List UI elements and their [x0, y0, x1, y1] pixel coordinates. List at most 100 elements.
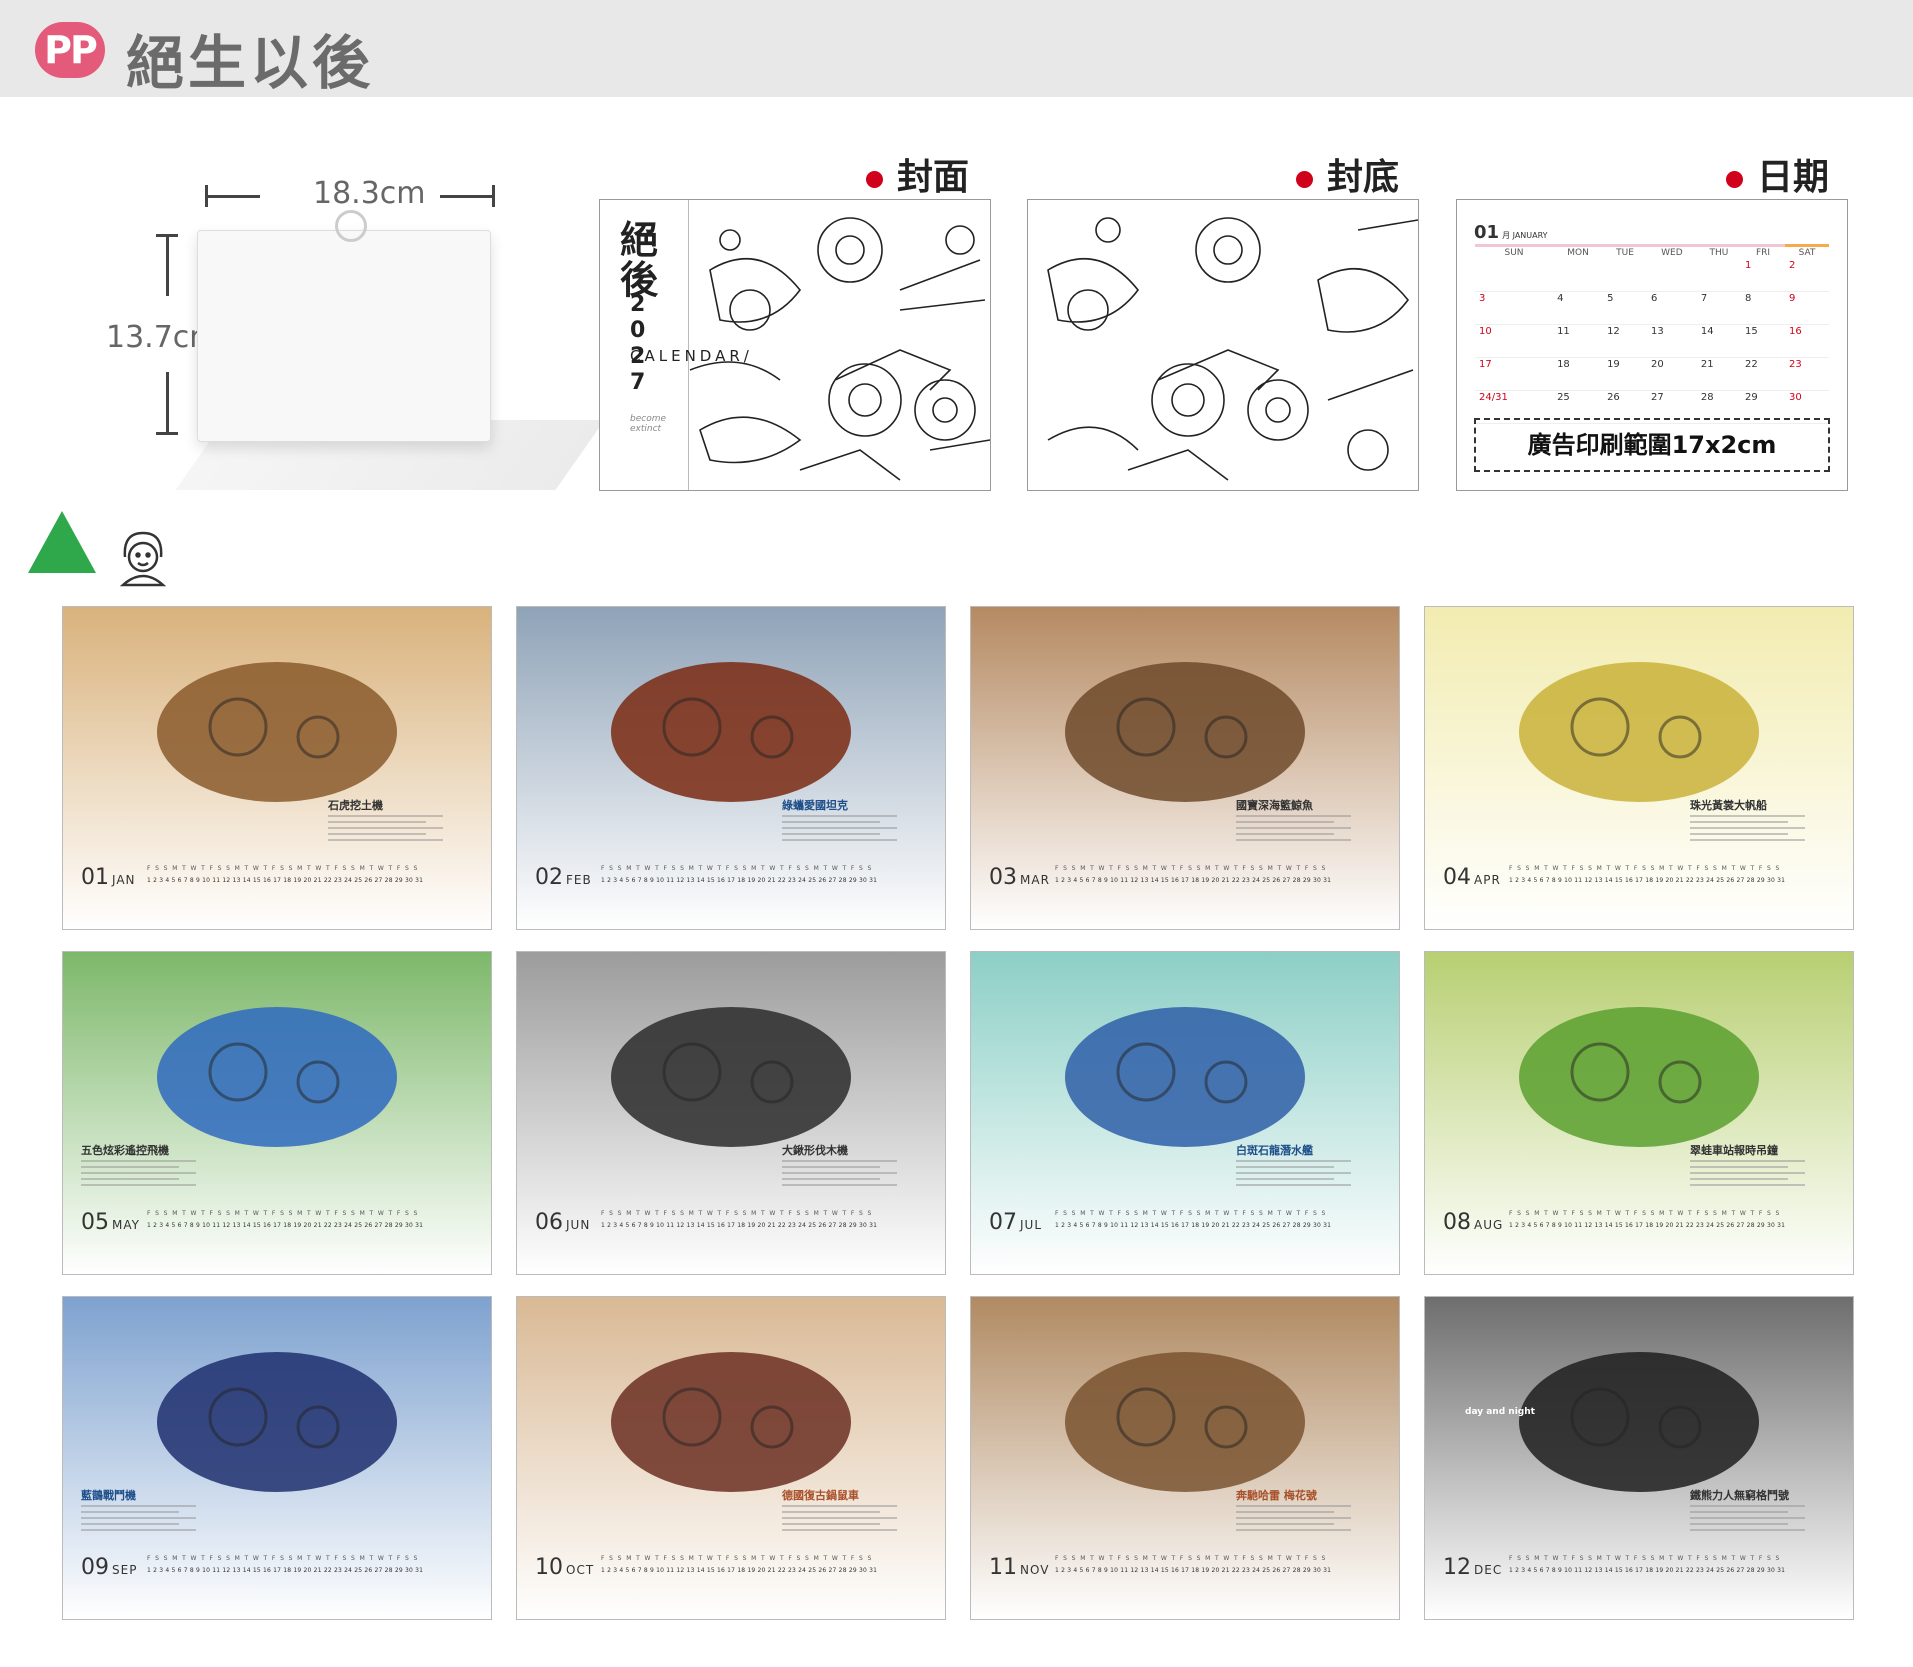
day-cell [1553, 259, 1604, 292]
day-cell: 5 [1603, 291, 1647, 325]
day-numbers-row: 1 2 3 4 5 6 7 8 9 10 11 12 13 14 15 16 1… [1055, 1567, 1332, 1574]
month-card: 鐵熊力人無窮格鬥號 12 DEC F S S M T W T F S S M T W … [1424, 1296, 1854, 1620]
month-card: 珠光黃裳大帆船 04 APR F S S M T W T F S S M T W T … [1424, 606, 1854, 930]
day-numbers-row: 1 2 3 4 5 6 7 8 9 10 11 12 13 14 15 16 1… [1509, 1567, 1786, 1574]
caption-description-lines [782, 1505, 897, 1535]
weekday-letters-row: F S S M T W T F S S M T W T F S S M T W … [1509, 1210, 1781, 1217]
caption-description-lines [1236, 1505, 1351, 1535]
weekday-letters-row: F S S M T W T F S S M T W T F S S M T W … [601, 1555, 873, 1562]
month-caption-title: 藍鵲戰鬥機 [81, 1489, 136, 1502]
day-cell: 11 [1553, 324, 1604, 358]
month-caption-title: 德國復古鍋鼠車 [782, 1489, 859, 1502]
day-cell: 6 [1647, 291, 1697, 325]
day-cell [1475, 259, 1554, 292]
label-dates: 日期 [1726, 148, 1829, 200]
cover-subtitle: become extinct [630, 414, 667, 434]
caption-description-lines [1236, 815, 1351, 845]
month-card: 石虎挖土機 01 JAN F S S M T W T F S S M T W T F … [62, 606, 492, 930]
line-art-pattern-back [1047, 217, 1418, 481]
front-cover-panel: 絕後 2027 CALENDAR/ become extinct [599, 199, 991, 491]
day-cell: 18 [1553, 357, 1604, 391]
day-numbers-row: 1 2 3 4 5 6 7 8 9 10 11 12 13 14 15 16 1… [1509, 1222, 1786, 1229]
day-cell: 19 [1603, 357, 1647, 391]
month-caption-title: 國寶深海籃鯨魚 [1236, 799, 1313, 812]
month-caption-title: 翠蛙車站報時吊鐘 [1690, 1144, 1778, 1157]
month-number: 07 JUL [989, 1210, 1043, 1235]
weekday-sun: SUN [1475, 244, 1554, 259]
width-label: 18.3cm [313, 176, 426, 211]
day-cell [1696, 259, 1742, 292]
month-number: 09 SEP [81, 1555, 138, 1580]
month-caption-title: 奔馳哈雷 梅花號 [1236, 1489, 1317, 1502]
caption-description-lines [81, 1505, 196, 1535]
weekday-tue: TUE [1603, 244, 1647, 259]
caption-description-lines [1236, 1160, 1351, 1190]
december-tagline: day and night [1465, 1407, 1535, 1417]
height-tick-bottom [156, 432, 178, 435]
caption-description-lines [1690, 815, 1805, 845]
label-front: 封面 [866, 148, 969, 200]
month-number: 12 DEC [1443, 1555, 1503, 1580]
day-cell [1647, 259, 1697, 292]
day-cell: 14 [1696, 324, 1742, 358]
caption-description-lines [328, 815, 443, 845]
date-month-heading: 01 月 JANUARY [1474, 222, 1548, 243]
weekday-letters-row: F S S M T W T F S S M T W T F S S M T W … [601, 1210, 873, 1217]
month-card: 藍鵲戰鬥機 09 SEP F S S M T W T F S S M T W T F … [62, 1296, 492, 1620]
width-tick-right [492, 185, 495, 207]
day-cell: 8 [1741, 291, 1785, 325]
caption-description-lines [782, 1160, 897, 1190]
day-cell: 17 [1475, 357, 1554, 391]
weekday-mon: MON [1553, 244, 1604, 259]
month-number: 03 MAR [989, 865, 1050, 890]
weekday-letters-row: F S S M T W T F S S M T W T F S S M T W … [147, 1555, 419, 1562]
month-number: 06 JUN [535, 1210, 591, 1235]
month-caption-title: 珠光黃裳大帆船 [1690, 799, 1767, 812]
weekday-sat: SAT [1784, 244, 1829, 259]
width-line-left [205, 195, 260, 198]
weekday-fri: FRI [1741, 244, 1785, 259]
girl-face-icon [119, 531, 167, 587]
month-caption-title: 大鍬形伐木機 [782, 1144, 848, 1157]
day-cell: 21 [1696, 357, 1742, 391]
month-number: 05 MAY [81, 1210, 140, 1235]
cover-kanji: 絕後 [620, 218, 659, 302]
month-caption-title: 鐵熊力人無窮格鬥號 [1690, 1489, 1789, 1502]
date-preview-panel: 01 月 JANUARY SUN MON TUE WED THU FRI SAT … [1456, 199, 1848, 491]
cover-calendar-text: CALENDAR/ [630, 347, 753, 365]
day-numbers-row: 1 2 3 4 5 6 7 8 9 10 11 12 13 14 15 16 1… [601, 877, 878, 884]
weekday-letters-row: F S S M T W T F S S M T W T F S S M T W … [147, 1210, 419, 1217]
day-cell: 4 [1553, 291, 1604, 325]
day-numbers-row: 1 2 3 4 5 6 7 8 9 10 11 12 13 14 15 16 1… [1055, 1222, 1332, 1229]
weekday-letters-row: F S S M T W T F S S M T W T F S S M T W … [1509, 865, 1781, 872]
height-line-top [166, 234, 169, 296]
day-cell: 13 [1647, 324, 1697, 358]
hang-hole [335, 210, 367, 242]
day-numbers-row: 1 2 3 4 5 6 7 8 9 10 11 12 13 14 15 16 1… [147, 1222, 424, 1229]
date-grid: SUN MON TUE WED THU FRI SAT 1 2 3 4 5 6 … [1475, 244, 1829, 424]
day-cell: 12 [1603, 324, 1647, 358]
day-cell: 15 [1741, 324, 1785, 358]
day-numbers-row: 1 2 3 4 5 6 7 8 9 10 11 12 13 14 15 16 1… [601, 1222, 878, 1229]
month-card: 大鍬形伐木機 06 JUN F S S M T W T F S S M T W T F… [516, 951, 946, 1275]
day-cell: 1 [1741, 259, 1785, 292]
width-line-right [440, 195, 495, 198]
day-numbers-row: 1 2 3 4 5 6 7 8 9 10 11 12 13 14 15 16 1… [1509, 877, 1786, 884]
caption-description-lines [1690, 1160, 1805, 1190]
day-numbers-row: 1 2 3 4 5 6 7 8 9 10 11 12 13 14 15 16 1… [147, 877, 424, 884]
month-card: 國寶深海籃鯨魚 03 MAR F S S M T W T F S S M T W T … [970, 606, 1400, 930]
month-card: 奔馳哈雷 梅花號 11 NOV F S S M T W T F S S M T W T… [970, 1296, 1400, 1620]
width-tick-left [205, 185, 208, 207]
weekday-thu: THU [1696, 244, 1742, 259]
weekday-wed: WED [1647, 244, 1697, 259]
caption-description-lines [1690, 1505, 1805, 1535]
day-cell: 10 [1475, 324, 1554, 358]
cover-title-strip: 絕後 2027 CALENDAR/ become extinct [600, 200, 753, 490]
month-card: 翠蛙車站報時吊鐘 08 AUG F S S M T W T F S S M T W T… [1424, 951, 1854, 1275]
green-triangle-icon [28, 511, 96, 573]
month-card: 五色炫彩遙控飛機 05 MAY F S S M T W T F S S M T W T… [62, 951, 492, 1275]
month-caption-title: 五色炫彩遙控飛機 [81, 1144, 169, 1157]
month-caption-title: 石虎挖土機 [328, 799, 383, 812]
day-cell: 20 [1647, 357, 1697, 391]
month-caption-title: 綠蠵愛國坦克 [782, 799, 848, 812]
